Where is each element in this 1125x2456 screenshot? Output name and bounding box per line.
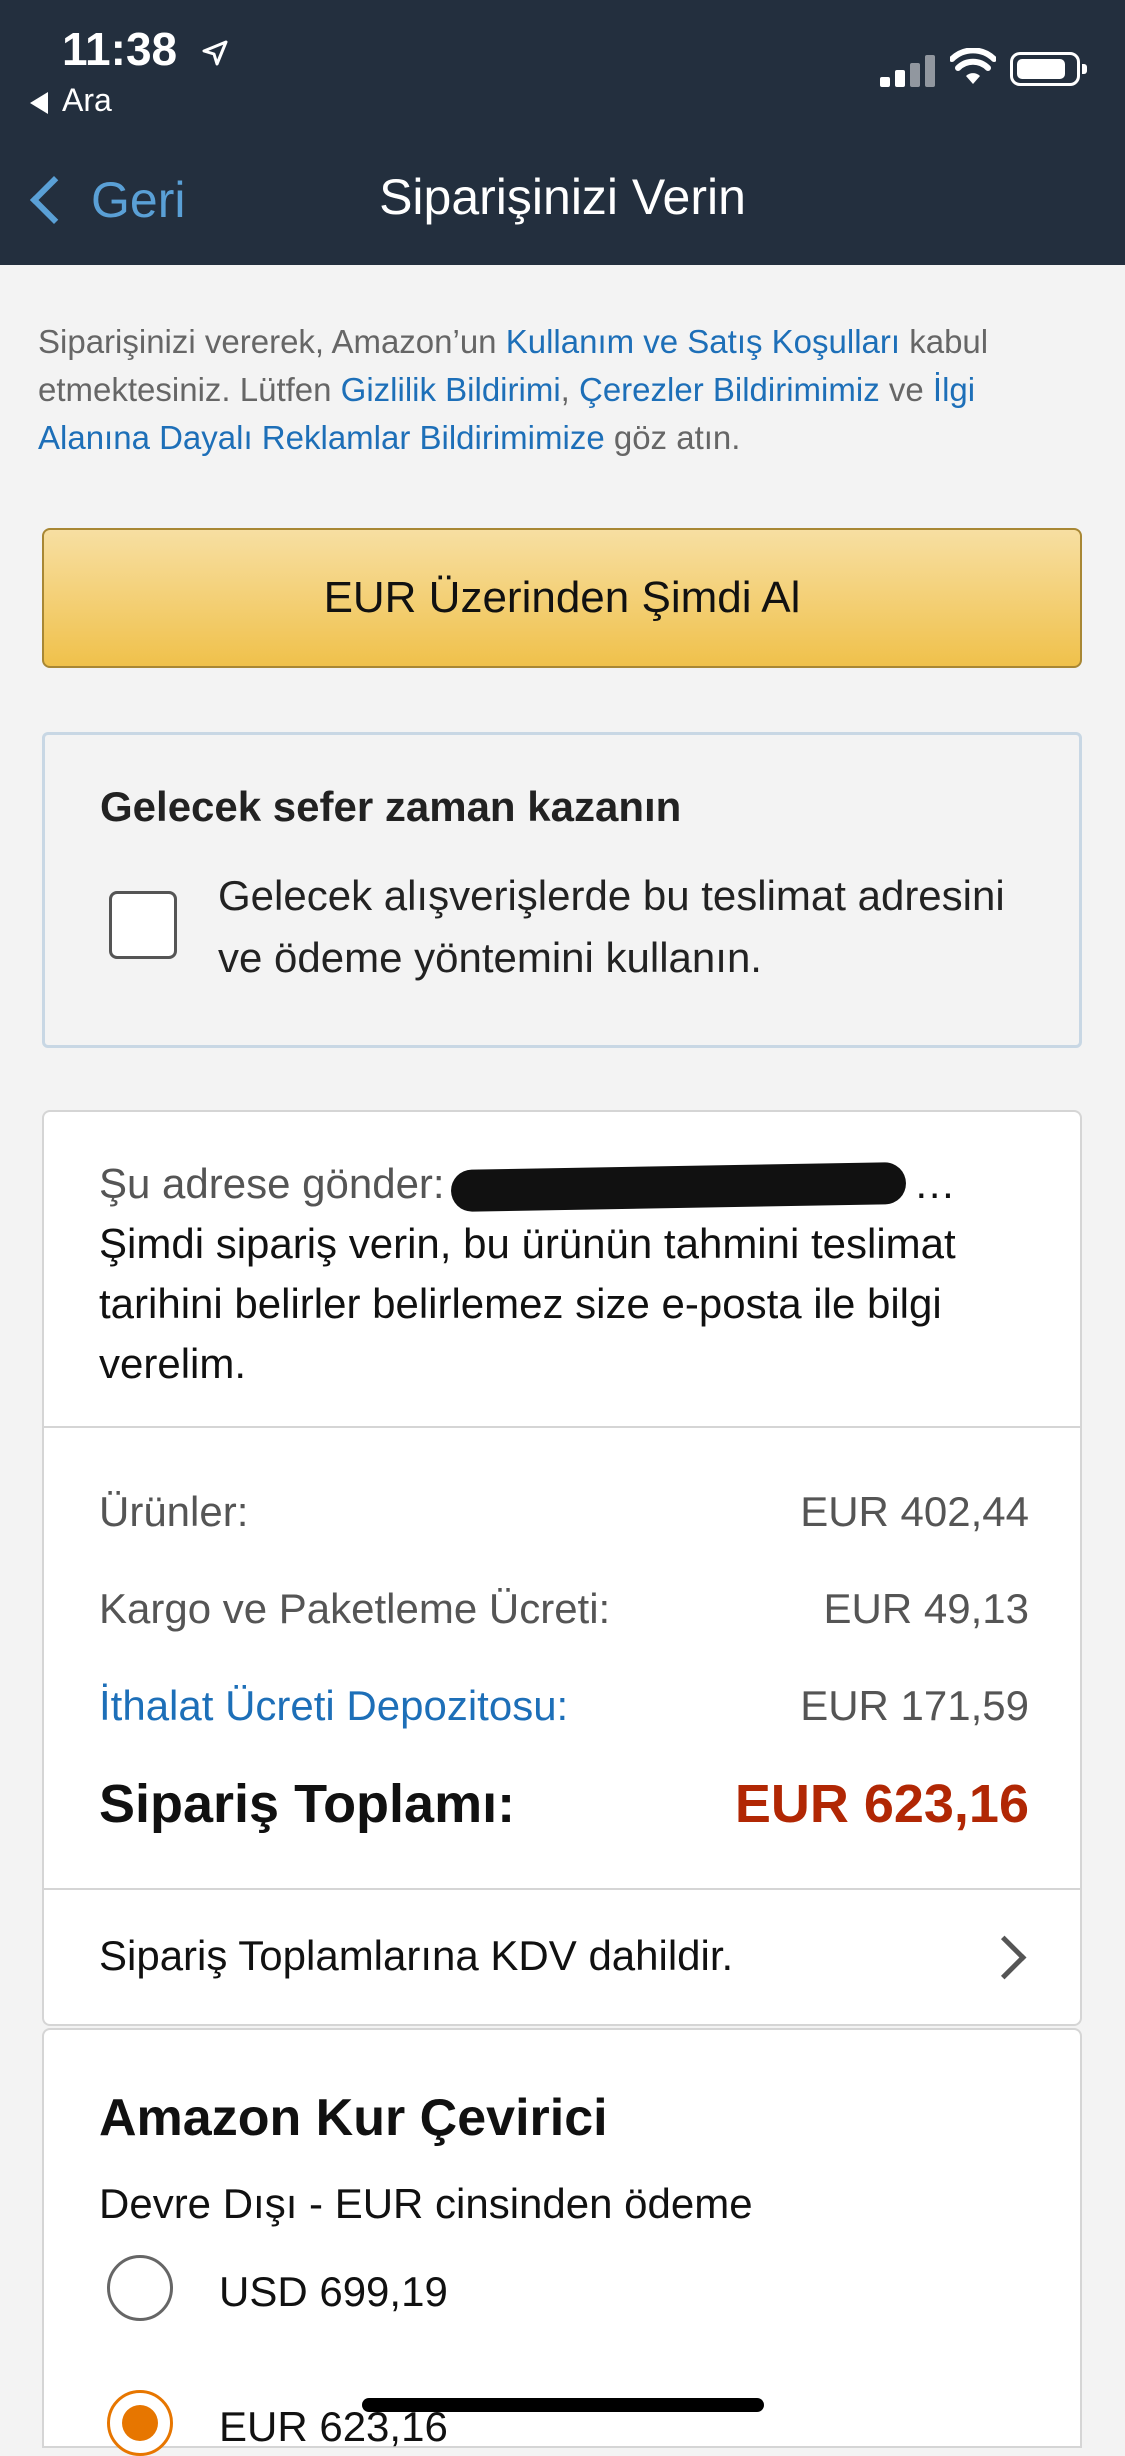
terms-text-3: , (560, 371, 579, 408)
currency-option-usd-radio[interactable] (107, 2255, 173, 2321)
privacy-notice-link[interactable]: Gizlilik Bildirimi (341, 371, 561, 408)
items-row: Ürünler: EUR 402,44 (99, 1488, 1029, 1536)
items-label: Ürünler: (99, 1488, 249, 1535)
converter-subtitle: Devre Dışı - EUR cinsinden ödeme (99, 2180, 753, 2227)
page-title: Siparişinizi Verin (379, 169, 746, 225)
shipping-fee-row: Kargo ve Paketleme Ücreti: EUR 49,13 (99, 1585, 1029, 1633)
import-fee-row: İthalat Ücreti Depozitosu: EUR 171,59 (99, 1682, 1029, 1730)
terms-text-4: ve (879, 371, 933, 408)
save-preferences-checkbox[interactable] (109, 891, 177, 959)
import-fee-value: EUR 171,59 (800, 1682, 1029, 1729)
buy-now-button[interactable]: EUR Üzerinden Şimdi Al (42, 528, 1082, 668)
back-triangle-icon (30, 91, 48, 114)
vat-note-row[interactable]: Sipariş Toplamlarına KDV dahildir. (42, 1890, 1082, 2026)
ship-to-label: Şu adrese gönder: (99, 1160, 445, 1207)
status-time: 11:38 (62, 22, 230, 76)
shipping-info: Şu adrese gönder: … Şimdi sipariş verin, … (99, 1154, 1039, 1394)
currency-converter-card: Amazon Kur Çevirici Devre Dışı - EUR cin… (42, 2028, 1082, 2456)
shipping-card: Şu adrese gönder: … Şimdi sipariş verin, … (42, 1110, 1082, 1428)
buy-now-label: EUR Üzerinden Şimdi Al (323, 573, 801, 622)
chevron-right-icon (982, 1935, 1027, 1980)
currency-option-eur-radio[interactable] (107, 2390, 173, 2456)
location-arrow-icon (202, 40, 228, 66)
terms-conditions-link[interactable]: Kullanım ve Satış Koşulları (506, 323, 900, 360)
import-fee-link[interactable]: İthalat Ücreti Depozitosu: (99, 1682, 568, 1730)
order-summary: Ürünler: EUR 402,44 Kargo ve Paketleme Ü… (42, 1428, 1082, 1890)
terms-text-1: Siparişinizi vererek, Amazon’un (38, 323, 506, 360)
wifi-icon (950, 48, 996, 84)
order-total-row: Sipariş Toplamı: EUR 623,16 (99, 1773, 1029, 1835)
delivery-estimate-message: Şimdi sipariş verin, bu ürünün tahmini t… (99, 1220, 956, 1387)
cellular-signal-icon (880, 55, 936, 87)
app-header: 11:38 Ara Geri Siparişinizi Verin (0, 0, 1125, 265)
battery-icon (1010, 52, 1087, 86)
status-back-app-label: Ara (62, 82, 112, 118)
shipping-fee-label: Kargo ve Paketleme Ücreti: (99, 1585, 611, 1632)
redacted-address (450, 1161, 906, 1212)
items-value: EUR 402,44 (800, 1488, 1029, 1535)
save-preferences-label: Gelecek alışverişlerde bu teslimat adres… (218, 872, 1005, 981)
order-total-value: EUR 623,16 (734, 1774, 1029, 1834)
terms-notice: Siparişinizi vererek, Amazon’un Kullanım… (38, 318, 1088, 462)
status-back-to-app[interactable]: Ara (30, 82, 112, 119)
order-total-label: Sipariş Toplamı: (99, 1774, 516, 1834)
save-time-box: Gelecek sefer zaman kazanın Gelecek alış… (42, 732, 1082, 1048)
cookies-notice-link[interactable]: Çerezler Bildirimimiz (579, 371, 880, 408)
address-ellipsis: … (913, 1160, 956, 1207)
home-indicator[interactable] (362, 2398, 764, 2412)
terms-text-5: göz atın. (604, 419, 741, 456)
save-time-title: Gelecek sefer zaman kazanın (100, 783, 682, 830)
converter-title: Amazon Kur Çevirici (99, 2089, 608, 2147)
vat-note-text: Sipariş Toplamlarına KDV dahildir. (99, 1932, 734, 1979)
status-time-text: 11:38 (62, 23, 178, 75)
currency-option-usd-label: USD 699,19 (219, 2268, 448, 2315)
shipping-fee-value: EUR 49,13 (823, 1585, 1029, 1632)
